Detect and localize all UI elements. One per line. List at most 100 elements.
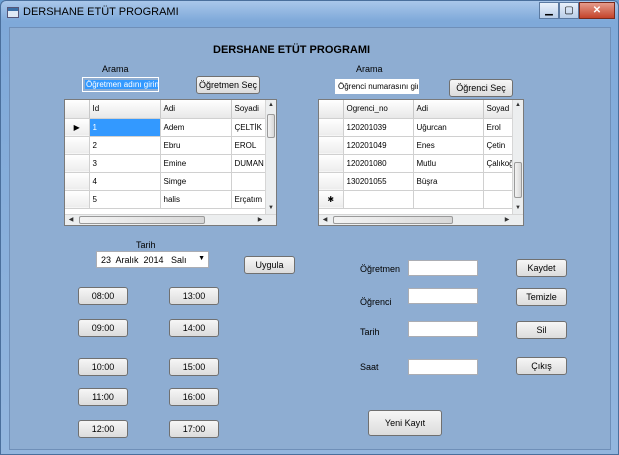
new-record-button[interactable]: Yeni Kayıt	[368, 410, 442, 436]
teacher-grid[interactable]: Id Adi Soyadi ▶ 1 Adem ÇELTİK 2 Ebru ERO…	[64, 99, 277, 226]
table-row[interactable]: 120201049 Enes Çetin	[319, 136, 518, 155]
grid-cell[interactable]: 5	[89, 190, 161, 209]
table-row[interactable]: 2 Ebru EROL	[65, 136, 268, 155]
grid-cell[interactable]: 4	[89, 172, 161, 191]
row-header[interactable]	[319, 172, 344, 191]
row-header[interactable]	[65, 154, 90, 173]
table-row[interactable]: 4 Simge	[65, 172, 268, 191]
table-row[interactable]: 120201039 Uğurcan Erol	[319, 118, 518, 137]
student-search-input[interactable]: Öğrenci numarasını girin	[335, 79, 419, 94]
grid-cell[interactable]: 2	[89, 136, 161, 155]
time-button-1400[interactable]: 14:00	[169, 319, 219, 337]
scroll-up-arrow-icon[interactable]: ▲	[266, 101, 276, 110]
scrollbar-thumb[interactable]	[514, 162, 522, 198]
delete-button[interactable]: Sil	[516, 321, 567, 339]
maximize-button[interactable]: ▢	[559, 2, 579, 19]
new-row[interactable]: ✱	[319, 190, 518, 209]
date-picker[interactable]: 23 Aralık 2014 Salı ▼	[96, 251, 209, 268]
grid-cell[interactable]: Enes	[413, 136, 484, 155]
row-header[interactable]	[65, 136, 90, 155]
teacher-grid-vertical-scrollbar[interactable]: ▲ ▼	[265, 100, 276, 214]
table-row[interactable]: ▶ 1 Adem ÇELTİK	[65, 118, 268, 137]
grid-cell[interactable]: Adem	[160, 118, 232, 137]
time-button-1300[interactable]: 13:00	[169, 287, 219, 305]
time-button-1600[interactable]: 16:00	[169, 388, 219, 406]
grid-cell[interactable]: Ebru	[160, 136, 232, 155]
column-header-soyadi[interactable]: Soyadi	[231, 100, 268, 119]
scrollbar-thumb[interactable]	[333, 216, 453, 224]
student-field[interactable]	[408, 288, 478, 304]
time-button-1100[interactable]: 11:00	[78, 388, 128, 406]
scroll-right-arrow-icon[interactable]: ▶	[502, 216, 512, 225]
scroll-up-arrow-icon[interactable]: ▲	[513, 101, 523, 110]
teacher-search-label: Arama	[102, 64, 129, 74]
scrollbar-thumb[interactable]	[79, 216, 205, 224]
grid-cell[interactable]: EROL	[231, 136, 268, 155]
grid-cell[interactable]: DUMAN	[231, 154, 268, 173]
grid-cell[interactable]: 3	[89, 154, 161, 173]
grid-cell[interactable]: 120201049	[343, 136, 414, 155]
table-row[interactable]: 130201055 Büşra	[319, 172, 518, 191]
grid-cell[interactable]	[231, 172, 268, 191]
row-header[interactable]	[65, 172, 90, 191]
date-picker-label: Tarih	[136, 240, 156, 250]
grid-cell[interactable]: 120201039	[343, 118, 414, 137]
time-button-1000[interactable]: 10:00	[78, 358, 128, 376]
grid-cell[interactable]: 120201080	[343, 154, 414, 173]
row-header[interactable]	[319, 154, 344, 173]
clear-button[interactable]: Temizle	[516, 288, 567, 306]
scroll-left-arrow-icon[interactable]: ◀	[320, 216, 330, 225]
scroll-down-arrow-icon[interactable]: ▼	[513, 204, 523, 213]
grid-cell[interactable]: 130201055	[343, 172, 414, 191]
grid-cell[interactable]: halis	[160, 190, 232, 209]
grid-cell[interactable]: Simge	[160, 172, 232, 191]
scroll-down-arrow-icon[interactable]: ▼	[266, 204, 276, 213]
student-grid-vertical-scrollbar[interactable]: ▲ ▼	[512, 100, 523, 214]
column-header-adi[interactable]: Adi	[160, 100, 232, 119]
student-search-label: Arama	[356, 64, 383, 74]
time-button-0800[interactable]: 08:00	[78, 287, 128, 305]
row-header[interactable]	[319, 136, 344, 155]
app-icon	[7, 7, 19, 18]
teacher-grid-horizontal-scrollbar[interactable]: ◀ ▶	[65, 214, 276, 225]
date-field[interactable]	[408, 321, 478, 337]
table-row[interactable]: 5 halis Erçatım	[65, 190, 268, 209]
scroll-right-arrow-icon[interactable]: ▶	[255, 216, 265, 225]
minimize-button[interactable]: ▁	[539, 2, 559, 19]
select-teacher-button[interactable]: Öğretmen Seç	[196, 76, 260, 94]
student-grid[interactable]: Ogrenci_no Adi Soyad 120201039 Uğurcan E…	[318, 99, 524, 226]
time-button-1200[interactable]: 12:00	[78, 420, 128, 438]
scrollbar-thumb[interactable]	[267, 114, 275, 138]
close-button[interactable]: ✕	[579, 2, 615, 19]
time-button-1700[interactable]: 17:00	[169, 420, 219, 438]
time-button-1500[interactable]: 15:00	[169, 358, 219, 376]
row-header[interactable]	[65, 190, 90, 209]
grid-cell[interactable]: Emine	[160, 154, 232, 173]
column-header-ogrenci-no[interactable]: Ogrenci_no	[343, 100, 414, 119]
grid-cell[interactable]: ÇELTİK	[231, 118, 268, 137]
grid-cell[interactable]	[413, 190, 484, 209]
scroll-left-arrow-icon[interactable]: ◀	[66, 216, 76, 225]
grid-cell[interactable]: Mutlu	[413, 154, 484, 173]
grid-cell[interactable]: Uğurcan	[413, 118, 484, 137]
grid-cell[interactable]: Büşra	[413, 172, 484, 191]
save-button[interactable]: Kaydet	[516, 259, 567, 277]
select-student-button[interactable]: Öğrenci Seç	[449, 79, 513, 97]
grid-cell[interactable]: Erçatım	[231, 190, 268, 209]
time-button-0900[interactable]: 09:00	[78, 319, 128, 337]
table-row[interactable]: 3 Emine DUMAN	[65, 154, 268, 173]
chevron-down-icon[interactable]: ▼	[198, 255, 205, 262]
time-field[interactable]	[408, 359, 478, 375]
row-header[interactable]	[319, 118, 344, 137]
grid-cell[interactable]	[343, 190, 414, 209]
teacher-field[interactable]	[408, 260, 478, 276]
teacher-search-input[interactable]: Öğretmen adını girin	[82, 77, 159, 92]
table-row[interactable]: 120201080 Mutlu Çalıkoğ	[319, 154, 518, 173]
apply-date-button[interactable]: Uygula	[244, 256, 295, 274]
row-header-corner	[65, 100, 90, 119]
student-grid-horizontal-scrollbar[interactable]: ◀ ▶	[319, 214, 523, 225]
column-header-id[interactable]: Id	[89, 100, 161, 119]
grid-cell[interactable]: 1	[89, 118, 161, 137]
exit-button[interactable]: Çıkış	[516, 357, 567, 375]
column-header-adi[interactable]: Adi	[413, 100, 484, 119]
